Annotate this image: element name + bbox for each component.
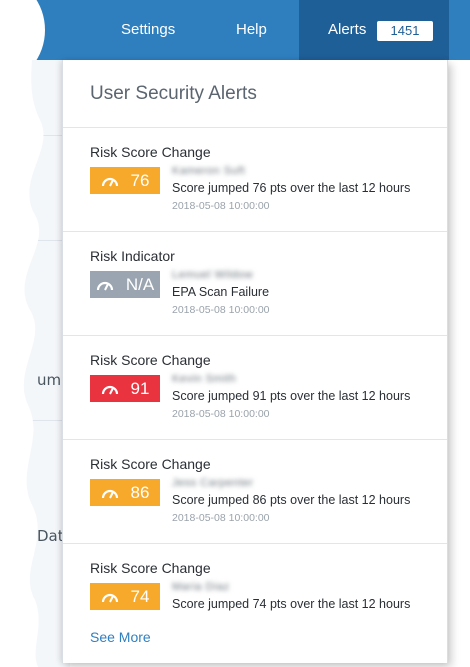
gauge-icon — [96, 281, 113, 290]
risk-score-value: 74 — [130, 586, 150, 606]
risk-score-badge: 74 — [90, 583, 160, 610]
nav-alerts-label: Alerts — [328, 21, 367, 38]
alert-type: Risk Score Change — [90, 560, 211, 576]
dropdown-header: User Security Alerts — [63, 60, 447, 128]
alert-type: Risk Score Change — [90, 144, 211, 160]
alert-type: Risk Score Change — [90, 352, 211, 368]
risk-score-badge: 76 — [90, 167, 160, 194]
risk-score-badge: 86 — [90, 479, 160, 506]
alert-item[interactable]: Risk Score Change 86 Jess Carpenter Scor… — [63, 440, 447, 544]
gauge-icon — [101, 177, 118, 186]
torn-edge — [0, 0, 44, 667]
alert-user-name: Kevin Smith — [172, 373, 237, 385]
risk-score-value: 86 — [130, 482, 150, 502]
alert-user-name: Jess Carpenter — [172, 477, 254, 489]
top-nav-bar: Settings Help Alerts 1451 — [0, 0, 470, 60]
alert-list: Risk Score Change 76 Kameron Suft Score … — [63, 128, 447, 648]
nav-settings-link[interactable]: Settings — [121, 0, 175, 60]
gauge-icon — [101, 385, 118, 394]
alert-type: Risk Indicator — [90, 248, 175, 264]
alert-timestamp: 2018-05-08 10:00:00 — [172, 304, 270, 316]
risk-score-badge: 91 — [90, 375, 160, 402]
alert-item[interactable]: Risk Score Change 91 Kevin Smith Score j… — [63, 336, 447, 440]
security-alerts-dropdown: User Security Alerts Risk Score Change 7… — [62, 60, 448, 663]
gauge-icon — [101, 593, 118, 602]
alert-user-name: Lemuel Wildow — [172, 269, 254, 281]
alert-timestamp: 2018-05-08 10:00:00 — [172, 200, 270, 212]
dropdown-title: User Security Alerts — [90, 82, 257, 104]
alert-timestamp: 2018-05-08 10:00:00 — [172, 408, 270, 420]
alert-timestamp: 2018-05-08 10:00:00 — [172, 512, 270, 524]
alert-type: Risk Score Change — [90, 456, 211, 472]
alert-message: Score jumped 86 pts over the last 12 hou… — [172, 493, 411, 507]
alert-message: EPA Scan Failure — [172, 285, 270, 299]
alert-message: Score jumped 74 pts over the last 12 hou… — [172, 597, 411, 611]
nav-alerts-tab[interactable]: Alerts 1451 — [299, 0, 449, 60]
alert-user-name: Kameron Suft — [172, 165, 246, 177]
alert-user-name: Maria Diaz — [172, 581, 230, 593]
risk-score-value: 91 — [130, 378, 150, 398]
risk-score-value: 76 — [130, 170, 150, 190]
alert-message: Score jumped 76 pts over the last 12 hou… — [172, 181, 411, 195]
see-more-link[interactable]: See More — [90, 629, 151, 645]
alert-count-badge: 1451 — [377, 21, 433, 41]
risk-score-value: N/A — [125, 274, 155, 294]
alert-item[interactable]: Risk Indicator N/A Lemuel Wildow EPA Sca… — [63, 232, 447, 336]
nav-help-link[interactable]: Help — [236, 0, 267, 60]
gauge-icon — [101, 489, 118, 498]
alert-message: Score jumped 91 pts over the last 12 hou… — [172, 389, 411, 403]
alert-item[interactable]: Risk Score Change 76 Kameron Suft Score … — [63, 128, 447, 232]
risk-score-badge: N/A — [90, 271, 160, 298]
